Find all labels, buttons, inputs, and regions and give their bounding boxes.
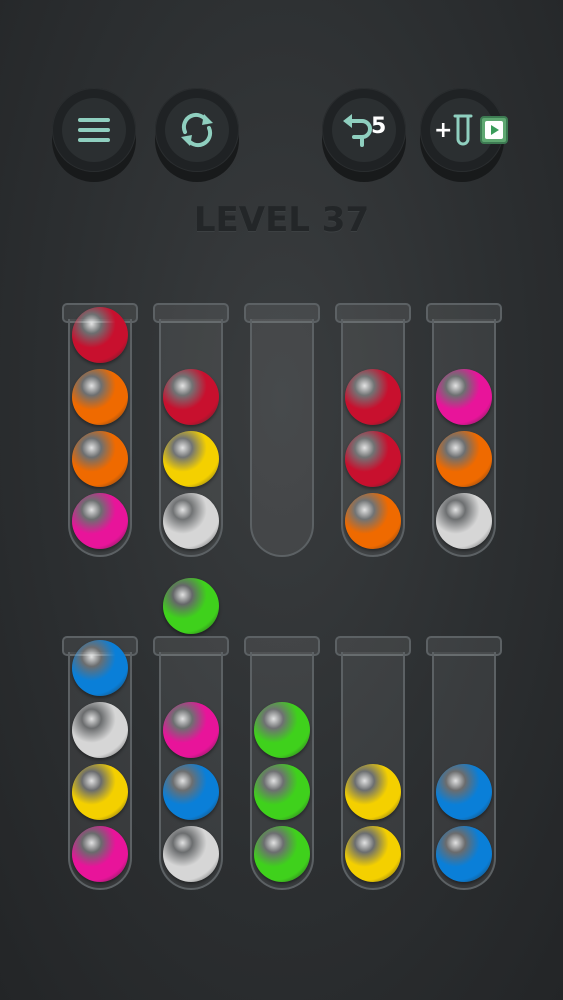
ball-orange (345, 493, 401, 549)
ball-blue (436, 826, 492, 882)
ball-yellow (163, 431, 219, 487)
level-title: LEVEL 37 (193, 200, 370, 240)
ball-yellow (72, 764, 128, 820)
ball-pink (436, 369, 492, 425)
ball-red (345, 431, 401, 487)
ball-white (436, 493, 492, 549)
ball-blue (163, 764, 219, 820)
undo-icon (332, 98, 396, 162)
ball-yellow (345, 826, 401, 882)
add-tube-plus: + (434, 117, 453, 143)
test-tube-icon (453, 114, 473, 146)
ball-orange (72, 431, 128, 487)
ball-orange (436, 431, 492, 487)
ball-yellow (345, 764, 401, 820)
ball-green (254, 826, 310, 882)
add-tube-button[interactable]: + (420, 88, 508, 172)
ball-blue (436, 764, 492, 820)
ball-white (163, 493, 219, 549)
tube-body (250, 319, 314, 557)
ball-green (254, 702, 310, 758)
ball-white (72, 702, 128, 758)
ball-orange (72, 369, 128, 425)
ball-green (254, 764, 310, 820)
restart-icon (165, 98, 229, 162)
ball-pink (72, 493, 128, 549)
ball-red (163, 369, 219, 425)
ball-white (163, 826, 219, 882)
ball-blue (72, 640, 128, 696)
undo-count: 5 (371, 114, 387, 139)
ball-pink (72, 826, 128, 882)
menu-icon (62, 98, 126, 162)
ball-red (72, 307, 128, 363)
restart-button[interactable] (155, 88, 239, 172)
video-ad-icon (480, 116, 508, 144)
ball-pink (163, 702, 219, 758)
undo-button[interactable]: 5 (322, 88, 406, 172)
ball-red (345, 369, 401, 425)
menu-button[interactable] (52, 88, 136, 172)
held-ball-green[interactable] (163, 578, 219, 634)
